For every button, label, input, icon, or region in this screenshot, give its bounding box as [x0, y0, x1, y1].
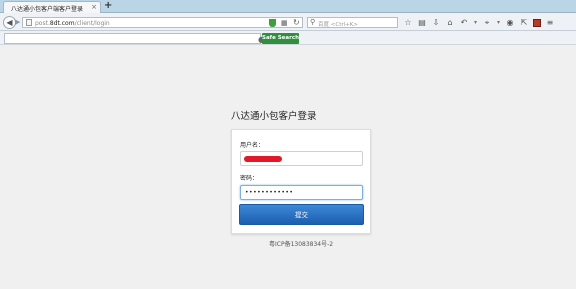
- toolbar-icons: ☆ ▤ ⇩ ⌂ ↶ ▾ ⌖ ▾ ◉ ⇱ ≡: [403, 16, 555, 29]
- tab-title: 八达通小包客户端客户登录: [11, 6, 84, 13]
- undo-icon[interactable]: ↶: [459, 17, 469, 28]
- url-domain: 8dt.com: [49, 20, 75, 27]
- clipboard-icon[interactable]: ▤: [417, 17, 427, 28]
- url-path: /client/login: [74, 20, 110, 27]
- username-label: 用户名：: [240, 142, 265, 149]
- password-input[interactable]: ••••••••••••: [240, 185, 363, 200]
- login-title: 八达通小包客户登录: [231, 111, 317, 122]
- shield-icon[interactable]: [269, 19, 276, 27]
- redacted-username: [244, 156, 282, 162]
- forward-button[interactable]: ▶: [15, 18, 20, 27]
- grid-icon[interactable]: ▦: [281, 19, 288, 27]
- search-box[interactable]: ⚲ 百度 <Ctrl+K>: [307, 17, 398, 28]
- home-icon[interactable]: ⌂: [445, 17, 455, 28]
- dropdown-icon[interactable]: ▾: [473, 17, 478, 28]
- navigation-bar: ◀ ▶ post.8dt.com/client/login ▦ ↻ ⚲ 百度 <…: [0, 14, 576, 31]
- url-prefix: post.: [35, 20, 50, 27]
- icp-license: 粤ICP备13083834号-2: [269, 241, 334, 248]
- reload-icon[interactable]: ↻: [293, 18, 300, 27]
- new-tab-icon[interactable]: +: [104, 1, 112, 11]
- dropdown-icon[interactable]: ▾: [496, 17, 501, 28]
- submit-button[interactable]: 提交: [239, 204, 364, 225]
- download-icon[interactable]: ⇩: [431, 17, 441, 28]
- menu-icon[interactable]: ≡: [545, 17, 555, 28]
- chat-icon[interactable]: ◉: [505, 17, 515, 28]
- address-bar[interactable]: post.8dt.com/client/login ▦ ↻: [22, 17, 303, 28]
- toolbar-search-input[interactable]: ●: [4, 33, 265, 44]
- password-value: ••••••••••••: [245, 189, 294, 196]
- close-tab-icon[interactable]: ×: [91, 3, 97, 12]
- resize-icon[interactable]: ⇱: [519, 17, 529, 28]
- url-text[interactable]: post.8dt.com/client/login: [35, 20, 110, 27]
- tab-strip: 八达通小包客户端客户登录 × +: [0, 0, 576, 13]
- password-label: 密码：: [240, 175, 259, 182]
- search-placeholder: 百度 <Ctrl+K>: [318, 22, 358, 28]
- login-card: 用户名： 密码： •••••••••••• 提交: [231, 129, 371, 234]
- extension-icon[interactable]: [533, 18, 541, 27]
- bookmark-star-icon[interactable]: ☆: [403, 17, 413, 28]
- search-engine-icon[interactable]: ⚲: [310, 18, 315, 27]
- browser-tab[interactable]: 八达通小包客户端客户登录 ×: [3, 1, 101, 13]
- crop-icon[interactable]: ⌖: [482, 17, 492, 28]
- search-toolbar: ● Safe Search: [0, 32, 576, 45]
- safe-search-button[interactable]: Safe Search: [262, 33, 299, 44]
- username-input[interactable]: [240, 151, 363, 166]
- page-icon: [26, 19, 32, 26]
